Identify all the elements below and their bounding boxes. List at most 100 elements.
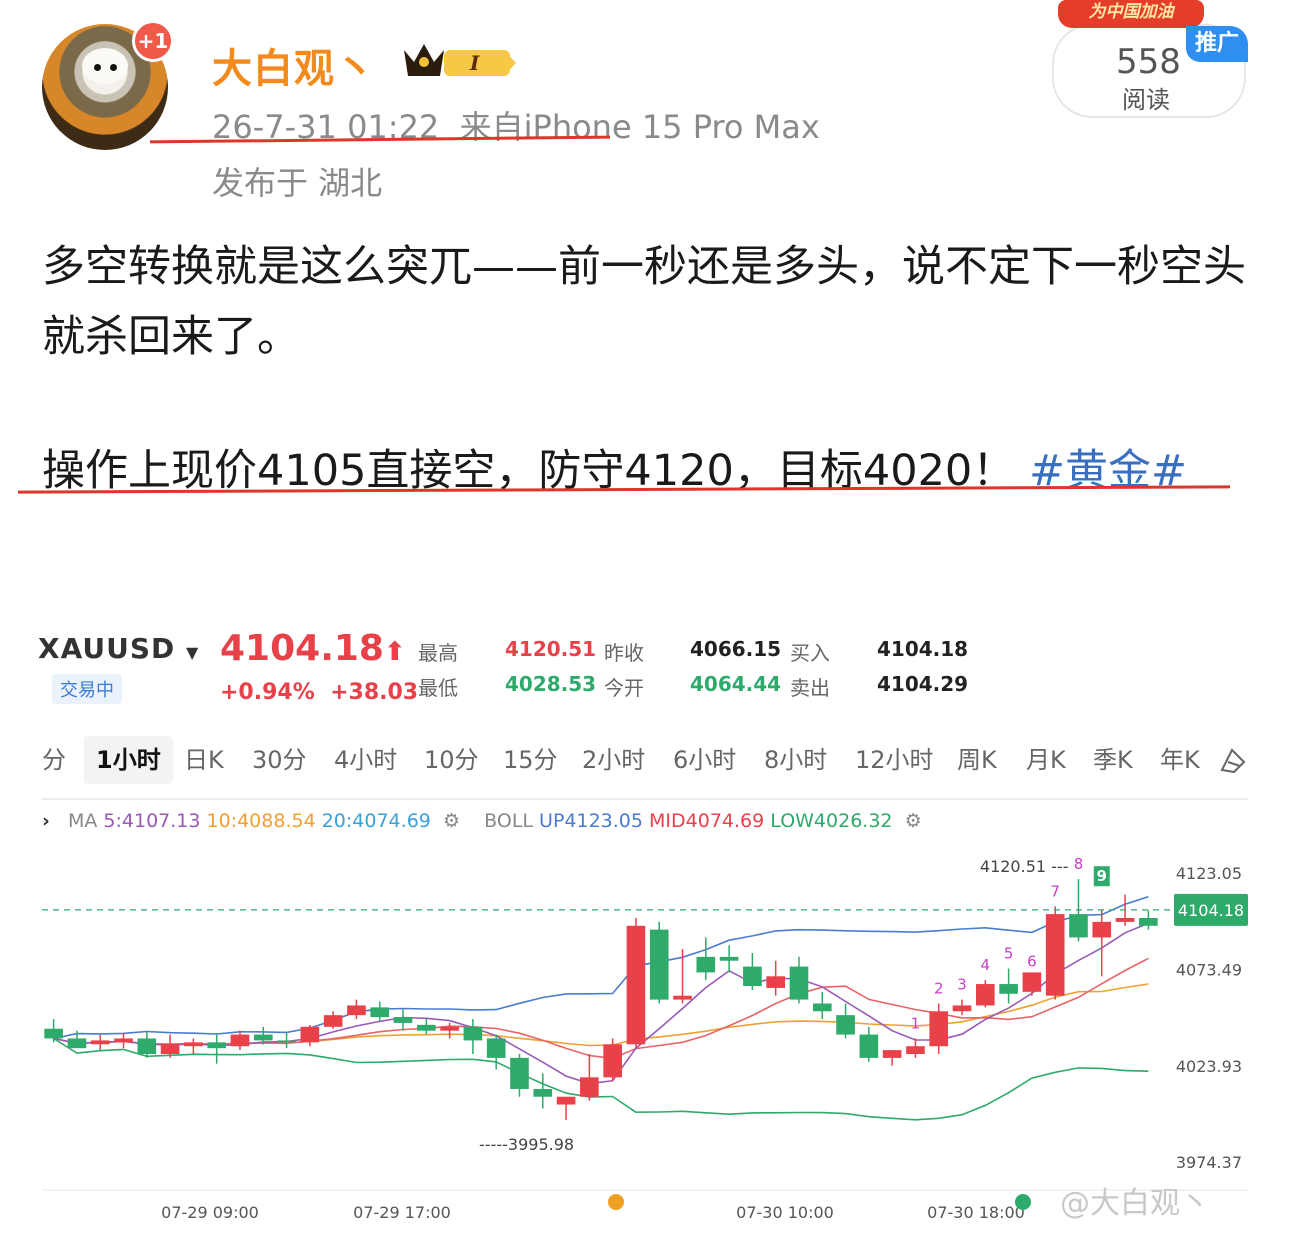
bid-label: 买入: [790, 641, 830, 665]
candle-body: [323, 1015, 343, 1027]
candle-body: [463, 1026, 483, 1041]
candle-body: [929, 1011, 949, 1047]
td-sequence-label: 7: [1050, 882, 1060, 900]
candle-body: [1092, 921, 1112, 938]
vip-crown-icon: I: [404, 44, 516, 76]
candle-body: [533, 1088, 553, 1097]
candle-body: [277, 1040, 296, 1043]
tab-minute[interactable]: 分: [42, 736, 66, 784]
bid-value: 4104.18: [877, 637, 969, 661]
ma20-value: 20:4074.69: [321, 810, 431, 832]
tab-quarterly[interactable]: 季K: [1093, 736, 1133, 784]
td-sequence-label: 8: [1074, 855, 1084, 873]
candle-body: [556, 1096, 576, 1105]
candle-body: [137, 1038, 157, 1054]
indicator-legend: › MA 5:4107.13 10:4088.54 20:4074.69 ⚙ B…: [42, 810, 922, 832]
notification-badge: +1: [132, 20, 174, 62]
td-sequence-label: 9: [1097, 867, 1107, 885]
tab-10m[interactable]: 10分: [424, 736, 479, 784]
settings-icon[interactable]: ⚙: [437, 810, 478, 832]
candle-body: [1022, 972, 1042, 992]
post-source: 来自iPhone 15 Pro Max: [459, 108, 820, 146]
period-tabs: 分 1小时 日K 30分 4小时 10分 15分 2小时 6小时 8小时 12小…: [0, 736, 1290, 784]
vip-level: I: [469, 51, 480, 75]
candle-body: [952, 1005, 972, 1012]
ask-label: 卖出: [790, 676, 830, 700]
price-change: +0.94% +38.03: [220, 680, 418, 705]
tab-daily[interactable]: 日K: [184, 736, 224, 784]
y-tick-label: 4023.93: [1176, 1057, 1242, 1076]
draw-tool-icon[interactable]: [1218, 746, 1248, 776]
candle-body: [580, 1077, 599, 1097]
y-tick-label: 4073.49: [1176, 961, 1242, 980]
open-value: 4064.44: [690, 672, 782, 696]
x-tick-label: 07-30 10:00: [736, 1203, 834, 1222]
candle-body: [1115, 918, 1135, 922]
current-price-tag-label: 4104.18: [1178, 901, 1244, 920]
td-sequence-label: 6: [1027, 952, 1037, 970]
tab-6h[interactable]: 6小时: [673, 736, 736, 784]
tab-1h[interactable]: 1小时: [84, 736, 173, 784]
candle-body: [486, 1038, 506, 1058]
candle-body: [416, 1024, 436, 1031]
low-label: 最低: [418, 676, 458, 700]
watermark: @大白观丶: [1060, 1186, 1210, 1221]
candle-body: [836, 1015, 855, 1035]
candle-body: [766, 976, 786, 988]
candle-body: [370, 1007, 390, 1018]
settings-icon-2[interactable]: ⚙: [899, 810, 922, 832]
tab-2h[interactable]: 2小时: [582, 736, 645, 784]
tab-15m[interactable]: 15分: [503, 736, 558, 784]
candle-body: [440, 1026, 459, 1031]
candle-body: [743, 966, 762, 986]
prev-close-label: 昨收: [604, 641, 644, 665]
promo-tag: 为中国加油: [1058, 0, 1204, 28]
x-tick-label: 07-29 09:00: [161, 1203, 259, 1222]
candle-body: [207, 1042, 227, 1049]
avatar-face: [82, 48, 128, 84]
candle-body: [230, 1034, 250, 1047]
tab-30m[interactable]: 30分: [252, 736, 307, 784]
boll-lower-line: [53, 1037, 1149, 1121]
tab-weekly[interactable]: 周K: [957, 736, 997, 784]
candle-body: [859, 1034, 879, 1058]
tab-monthly[interactable]: 月K: [1026, 736, 1066, 784]
ma10-value: 10:4088.54: [206, 810, 316, 832]
candle-body: [626, 925, 646, 1045]
promote-button[interactable]: 推广: [1186, 26, 1248, 62]
td-sequence-label: 4: [981, 956, 991, 974]
y-tick-label: 4123.05: [1176, 864, 1242, 883]
candle-body: [1045, 914, 1065, 996]
tab-yearly[interactable]: 年K: [1160, 736, 1200, 784]
ask-value: 4104.29: [877, 672, 969, 696]
candle-body: [510, 1057, 529, 1089]
candle-body: [347, 1005, 366, 1016]
username[interactable]: 大白观丶: [212, 36, 376, 94]
candle-body: [882, 1050, 902, 1058]
trading-status: 交易中: [52, 674, 122, 704]
high-label: 最高: [418, 641, 458, 665]
read-label: 阅读: [1122, 86, 1170, 114]
candle-body: [1139, 918, 1158, 926]
chevron-down-icon: ▼: [186, 643, 200, 662]
candle-body: [300, 1026, 320, 1043]
candle-body: [90, 1040, 110, 1045]
td-sequence-label: 5: [1004, 945, 1014, 963]
expand-chevron-icon[interactable]: ›: [42, 810, 50, 832]
prev-close-value: 4066.15: [690, 637, 782, 661]
high-value: 4120.51: [505, 637, 597, 661]
post-location: 发布于 湖北: [212, 164, 383, 202]
ma5-value: 5:4107.13: [103, 810, 201, 832]
current-price: 4104.18⬆: [220, 628, 406, 669]
candle-body: [603, 1044, 622, 1078]
symbol-name: XAUUSD: [38, 632, 176, 665]
read-count: 558: [1116, 42, 1181, 82]
symbol-selector[interactable]: XAUUSD ▼: [38, 632, 199, 665]
candle-body: [44, 1028, 63, 1039]
tab-8h[interactable]: 8小时: [764, 736, 827, 784]
tab-4h[interactable]: 4小时: [334, 736, 397, 784]
avatar-eye-left: [94, 64, 101, 71]
tab-12h[interactable]: 12小时: [855, 736, 934, 784]
candle-body: [906, 1046, 925, 1054]
candlestick-chart[interactable]: 4123.05 4073.49 4023.93 3974.37 07-29 09:00 0…: [0, 840, 1290, 1235]
